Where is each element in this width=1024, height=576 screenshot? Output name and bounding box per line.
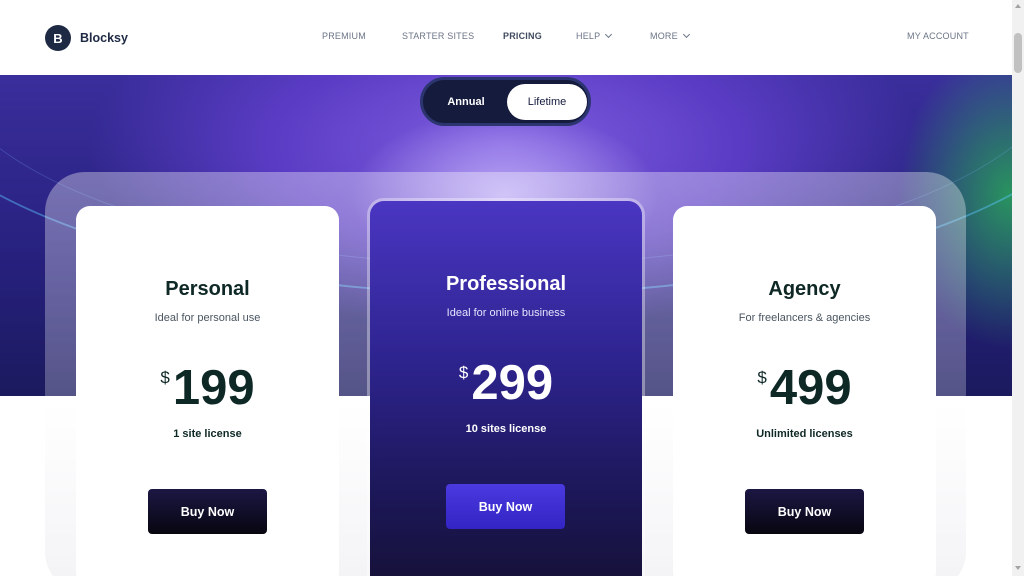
plan-name: Personal xyxy=(165,278,250,300)
nav-item-more[interactable]: MORE xyxy=(650,30,690,41)
plan-price: $ 299 xyxy=(370,359,642,408)
plan-name: Agency xyxy=(768,278,841,300)
my-account-link[interactable]: MY ACCOUNT xyxy=(907,31,969,41)
plan-price: $ 499 xyxy=(673,364,936,413)
nav-item-label: MORE xyxy=(650,31,678,41)
plan-license: 10 sites license xyxy=(465,423,547,435)
my-account-label: MY ACCOUNT xyxy=(907,31,969,41)
scrollbar-thumb[interactable] xyxy=(1014,33,1022,73)
currency-symbol: $ xyxy=(160,368,170,387)
main-nav: PREMIUM STARTER SITES PRICING HELP MORE … xyxy=(0,30,1012,45)
plan-license: 1 site license xyxy=(173,428,242,440)
plan-description: Ideal for personal use xyxy=(154,312,261,324)
toggle-lifetime[interactable]: Lifetime xyxy=(507,84,587,120)
plan-card-professional: Professional Ideal for online business $… xyxy=(370,201,642,576)
nav-item-premium[interactable]: PREMIUM xyxy=(322,31,366,41)
nav-item-starter-sites[interactable]: STARTER SITES xyxy=(402,31,474,41)
plan-name: Professional xyxy=(445,273,567,295)
nav-item-label: STARTER SITES xyxy=(402,31,475,41)
chevron-down-icon xyxy=(682,30,690,39)
nav-item-pricing[interactable]: PRICING xyxy=(503,31,542,41)
page-scrollbar[interactable] xyxy=(1012,0,1024,576)
chevron-down-icon xyxy=(605,30,613,39)
currency-symbol: $ xyxy=(757,368,767,387)
nav-item-label: PRICING xyxy=(503,31,542,41)
buy-now-button[interactable]: Buy Now xyxy=(148,489,267,534)
toggle-annual[interactable]: Annual xyxy=(426,84,506,120)
nav-item-label: PREMIUM xyxy=(322,31,366,41)
plan-license: Unlimited licenses xyxy=(756,428,853,440)
site-header: B Blocksy PREMIUM STARTER SITES PRICING … xyxy=(0,0,1012,75)
price-amount: 199 xyxy=(172,361,255,415)
plan-card-agency: Agency For freelancers & agencies $ 499 … xyxy=(673,206,936,576)
buy-now-button[interactable]: Buy Now xyxy=(745,489,864,534)
price-amount: 299 xyxy=(471,356,554,410)
currency-symbol: $ xyxy=(458,363,469,382)
plan-card-personal: Personal Ideal for personal use $ 199 1 … xyxy=(76,206,339,576)
plan-price: $ 199 xyxy=(76,364,339,413)
plan-description: For freelancers & agencies xyxy=(738,312,871,324)
price-amount: 499 xyxy=(769,361,852,415)
scroll-down-icon[interactable] xyxy=(1015,566,1021,570)
nav-item-help[interactable]: HELP xyxy=(576,30,613,41)
plan-description: Ideal for online business xyxy=(446,307,566,319)
billing-toggle: Annual Lifetime xyxy=(420,77,591,126)
scroll-up-icon[interactable] xyxy=(1015,4,1021,8)
buy-now-button[interactable]: Buy Now xyxy=(446,484,565,529)
nav-item-label: HELP xyxy=(576,31,601,41)
